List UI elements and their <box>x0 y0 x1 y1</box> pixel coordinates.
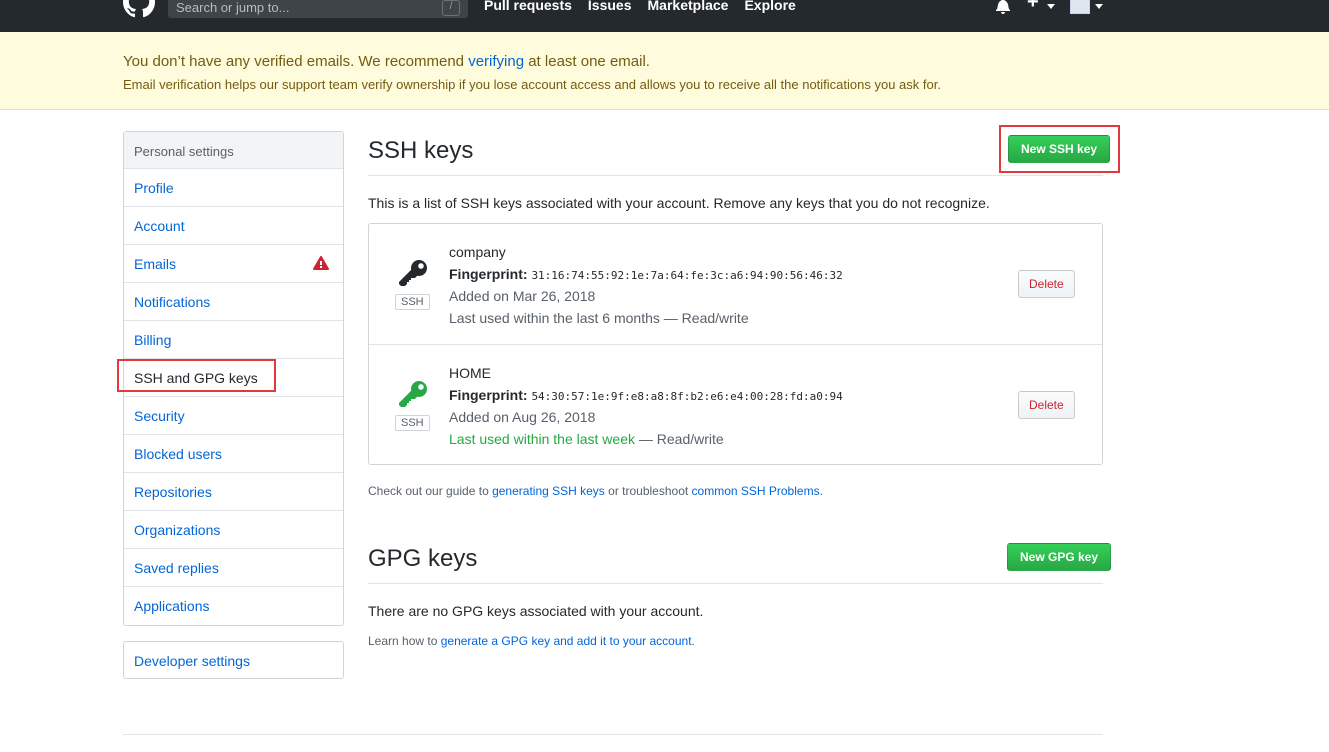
generate-gpg-key-link[interactable]: generate a GPG key and add it to your ac… <box>441 634 692 648</box>
plus-icon[interactable]: + <box>1027 0 1039 14</box>
key-fingerprint: Fingerprint: 31:16:74:55:92:1e:7a:64:fe:… <box>449 266 843 282</box>
last-used-text: Last used within the last 6 months <box>449 310 660 326</box>
sidebar-item-repositories[interactable]: Repositories <box>124 473 343 511</box>
sidebar-item-notifications[interactable]: Notifications <box>124 283 343 321</box>
key-last-used: Last used within the last 6 months — Rea… <box>449 310 749 326</box>
fingerprint-value: 31:16:74:55:92:1e:7a:64:fe:3c:a6:94:90:5… <box>531 269 843 282</box>
search-placeholder: Search or jump to... <box>176 0 290 15</box>
key-name: company <box>449 244 506 260</box>
list-item: SSH HOME Fingerprint: 54:30:57:1e:9f:e8:… <box>369 344 1102 464</box>
banner-subtitle: Email verification helps our support tea… <box>123 77 941 92</box>
sidebar-item-applications[interactable]: Applications <box>124 587 343 625</box>
chevron-down-icon[interactable] <box>1047 4 1055 9</box>
header-nav: Pull requests Issues Marketplace Explore <box>484 0 796 13</box>
nav-explore[interactable]: Explore <box>744 0 795 13</box>
ssh-key-list: SSH company Fingerprint: 31:16:74:55:92:… <box>368 223 1103 465</box>
sidebar-item-saved-replies[interactable]: Saved replies <box>124 549 343 587</box>
search-input[interactable]: Search or jump to... / <box>168 0 468 18</box>
sidebar-heading: Personal settings <box>124 132 343 169</box>
no-gpg-keys-text: There are no GPG keys associated with yo… <box>368 603 704 619</box>
key-added-date: Added on Mar 26, 2018 <box>449 288 596 304</box>
warning-icon <box>313 256 329 271</box>
sidebar-item-profile[interactable]: Profile <box>124 169 343 207</box>
sidebar-item-security[interactable]: Security <box>124 397 343 435</box>
delete-button[interactable]: Delete <box>1018 391 1075 419</box>
key-last-used: Last used within the last week — Read/wr… <box>449 431 724 447</box>
access-level: — Read/write <box>659 310 749 326</box>
ssh-keys-intro: This is a list of SSH keys associated wi… <box>368 195 990 211</box>
new-gpg-key-button[interactable]: New GPG key <box>1007 543 1112 571</box>
learn-text: . <box>691 634 695 648</box>
sidebar-item-label: Emails <box>134 256 177 272</box>
key-added-date: Added on Aug 26, 2018 <box>449 409 596 425</box>
nav-issues[interactable]: Issues <box>588 0 632 13</box>
verifying-link[interactable]: verifying <box>468 53 524 70</box>
sidebar-item-organizations[interactable]: Organizations <box>124 511 343 549</box>
fingerprint-value: 54:30:57:1e:9f:e8:a8:8f:b2:e6:e4:00:28:f… <box>531 390 843 403</box>
ssh-keys-title: SSH keys <box>368 137 474 164</box>
guide-text: Check out our guide to <box>368 484 493 498</box>
ssh-guide-text: Check out our guide to generating SSH ke… <box>368 484 823 498</box>
key-icon <box>399 260 427 286</box>
bell-icon[interactable] <box>995 0 1011 14</box>
search-shortcut-badge: / <box>442 0 460 16</box>
chevron-down-icon[interactable] <box>1095 4 1103 9</box>
delete-button[interactable]: Delete <box>1018 270 1075 298</box>
highlight-box-ssh-gpg-keys <box>117 359 276 392</box>
highlight-box-new-ssh-key <box>999 125 1120 173</box>
github-logo-icon[interactable] <box>123 0 155 18</box>
divider <box>368 583 1103 584</box>
top-navbar: Search or jump to... / Pull requests Iss… <box>0 0 1329 32</box>
avatar[interactable] <box>1070 0 1090 14</box>
key-fingerprint: Fingerprint: 54:30:57:1e:9f:e8:a8:8f:b2:… <box>449 387 843 403</box>
banner-title-text-end: at least one email. <box>524 53 650 70</box>
fingerprint-label: Fingerprint: <box>449 387 528 403</box>
gpg-learn-text: Learn how to generate a GPG key and add … <box>368 634 695 648</box>
sidebar-item-developer-settings[interactable]: Developer settings <box>123 641 344 679</box>
email-warning-banner: You don’t have any verified emails. We r… <box>0 32 1329 110</box>
access-level: — Read/write <box>635 431 724 447</box>
key-icon <box>399 381 427 407</box>
divider <box>368 175 1103 176</box>
learn-text: Learn how to <box>368 634 441 648</box>
last-used-text: Last used within the last week <box>449 431 635 447</box>
generating-ssh-keys-link[interactable]: generating SSH keys <box>492 484 605 498</box>
nav-pull-requests[interactable]: Pull requests <box>484 0 572 13</box>
sidebar-item-emails[interactable]: Emails <box>124 245 343 283</box>
gpg-keys-title: GPG keys <box>368 545 478 572</box>
list-item: SSH company Fingerprint: 31:16:74:55:92:… <box>369 224 1102 344</box>
ssh-badge: SSH <box>395 415 430 431</box>
banner-title: You don’t have any verified emails. We r… <box>123 53 650 70</box>
sidebar-item-account[interactable]: Account <box>124 207 343 245</box>
guide-text: or troubleshoot <box>604 484 692 498</box>
sidebar-item-blocked-users[interactable]: Blocked users <box>124 435 343 473</box>
key-name: HOME <box>449 365 491 381</box>
common-ssh-problems-link[interactable]: common SSH Problems <box>692 484 820 498</box>
banner-title-text: You don’t have any verified emails. We r… <box>123 53 469 70</box>
footer-divider <box>123 734 1103 735</box>
fingerprint-label: Fingerprint: <box>449 266 528 282</box>
ssh-badge: SSH <box>395 294 430 310</box>
guide-text: . <box>819 484 823 498</box>
sidebar-item-billing[interactable]: Billing <box>124 321 343 359</box>
nav-marketplace[interactable]: Marketplace <box>648 0 729 13</box>
